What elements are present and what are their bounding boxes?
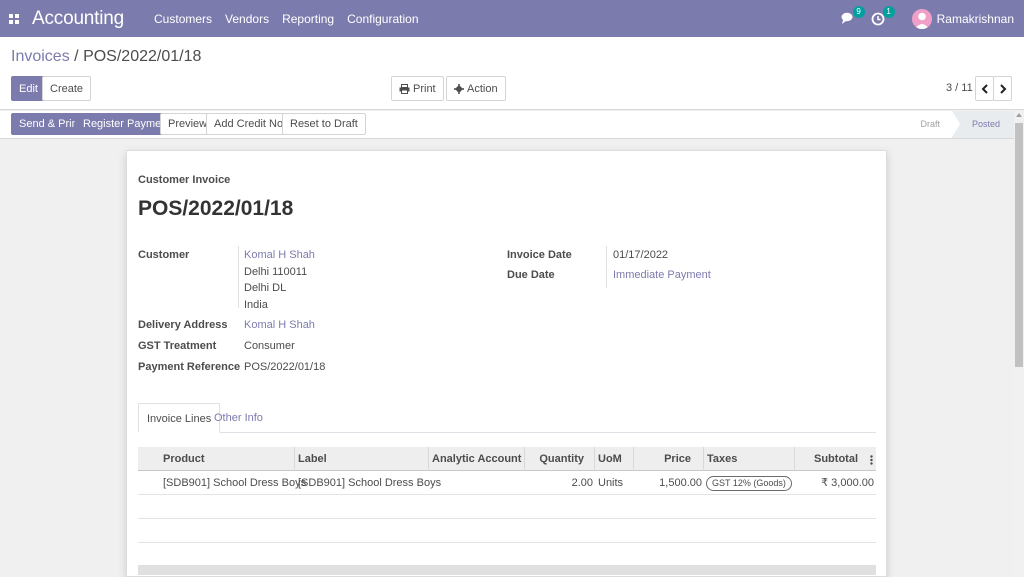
user-avatar[interactable] [911,8,932,29]
breadcrumb-separator: / [74,48,79,65]
chevron-left-icon [981,83,988,94]
delivery-address-link[interactable]: Komal H Shah [244,319,315,331]
column-header-price[interactable]: Price [634,447,704,471]
field-divider [606,246,607,288]
gst-treatment-label: GST Treatment [138,340,217,352]
menu-configuration[interactable]: Configuration [347,12,418,26]
pager-next-button[interactable] [993,76,1012,101]
cell-price: 1,500.00 [659,477,702,489]
pager-previous-button[interactable] [975,76,994,101]
gst-treatment-value: Consumer [244,340,295,352]
print-button[interactable]: Print [391,76,444,101]
edit-button[interactable]: Edit [11,76,46,101]
due-date-value: Immediate Payment [613,269,711,281]
breadcrumb-invoices[interactable]: Invoices [11,48,70,65]
pager-value[interactable]: 3 / 11 [946,82,973,94]
table-row-empty [138,495,876,519]
column-header-taxes[interactable]: Taxes [704,447,795,471]
field-divider [238,246,239,308]
table-header: Product Label Analytic Account Quantity … [138,447,876,471]
invoice-date-label: Invoice Date [507,249,572,261]
cell-quantity: 2.00 [571,477,593,489]
payment-reference-value: POS/2022/01/18 [244,361,326,373]
customer-address-line2: Delhi DL [244,282,287,294]
due-date-label: Due Date [507,269,555,281]
user-name[interactable]: Ramakrishnan [937,12,1014,26]
customer-name-link[interactable]: Komal H Shah [244,249,315,261]
page-scrollbar[interactable] [1014,111,1024,577]
breadcrumb: Invoices / POS/2022/01/18 [11,48,201,66]
menu-reporting[interactable]: Reporting [282,12,334,26]
table-row-empty [138,519,876,543]
column-header-label[interactable]: Label [295,447,429,471]
scroll-up-arrow-icon[interactable] [1016,113,1022,117]
action-label: Action [467,82,498,95]
column-header-quantity[interactable]: Quantity [525,447,595,471]
column-header-product[interactable]: Product [138,447,295,471]
customer-label: Customer [138,249,190,261]
document-type: Customer Invoice [138,174,231,186]
activities-icon[interactable]: 1 [870,5,895,27]
cell-subtotal: ₹ 3,000.00 [821,477,874,489]
optional-columns-icon[interactable] [870,454,873,465]
breadcrumb-current: POS/2022/01/18 [83,48,202,65]
action-button[interactable]: Action [446,76,506,101]
payment-reference-label: Payment Reference [138,361,241,373]
apps-menu-icon[interactable] [0,0,28,37]
status-draft: Draft [920,119,940,129]
invoice-date-value: 01/17/2022 [613,249,669,261]
person-icon [914,12,929,29]
create-button[interactable]: Create [42,76,92,101]
activities-badge: 1 [882,5,895,18]
vertical-dots-icon [870,455,873,465]
cell-taxes: GST 12% (Goods) [706,471,792,495]
menu-customers[interactable]: Customers [154,12,212,26]
customer-address-line3: India [244,299,268,311]
status-bar: Send & Print Register Payment Preview Ad… [0,111,1014,139]
menu-vendors[interactable]: Vendors [225,12,269,26]
cell-uom: Units [598,477,624,489]
messages-badge: 9 [852,5,865,18]
scroll-thumb[interactable] [1015,123,1023,367]
notebook-tabs: Invoice Lines Other Info [138,403,876,433]
app-name[interactable]: Accounting [32,8,124,30]
cell-label: [SDB901] School Dress Boys [298,477,442,489]
column-header-uom[interactable]: UoM [595,447,634,471]
tax-tag: GST 12% (Goods) [706,476,792,491]
customer-address-line1: Delhi 110011 [244,266,308,278]
table-footer [138,565,876,575]
column-header-subtotal[interactable]: Subtotal [795,447,876,471]
column-header-analytic-account[interactable]: Analytic Account [429,447,525,471]
delivery-address-label: Delivery Address [138,319,228,331]
tab-other-info[interactable]: Other Info [206,403,271,433]
invoice-number: POS/2022/01/18 [138,197,294,220]
control-panel: Invoices / POS/2022/01/18 Edit Create Pr… [0,37,1024,110]
print-label: Print [413,82,436,95]
printer-icon [399,83,410,94]
reset-to-draft-button[interactable]: Reset to Draft [282,113,366,135]
table-row[interactable]: [SDB901] School Dress Boys [SDB901] Scho… [138,471,876,495]
messages-icon[interactable]: 9 [840,5,865,27]
cell-product: [SDB901] School Dress Boys [163,477,307,489]
status-steps: Draft Posted [908,111,1014,138]
invoice-lines-table: Product Label Analytic Account Quantity … [138,447,876,543]
gear-icon [454,83,464,94]
status-posted: Posted [951,111,1014,138]
top-navbar: Accounting Customers Vendors Reporting C… [0,0,1024,37]
chevron-right-icon [999,83,1006,94]
invoice-sheet: Customer Invoice POS/2022/01/18 Customer… [126,150,887,577]
